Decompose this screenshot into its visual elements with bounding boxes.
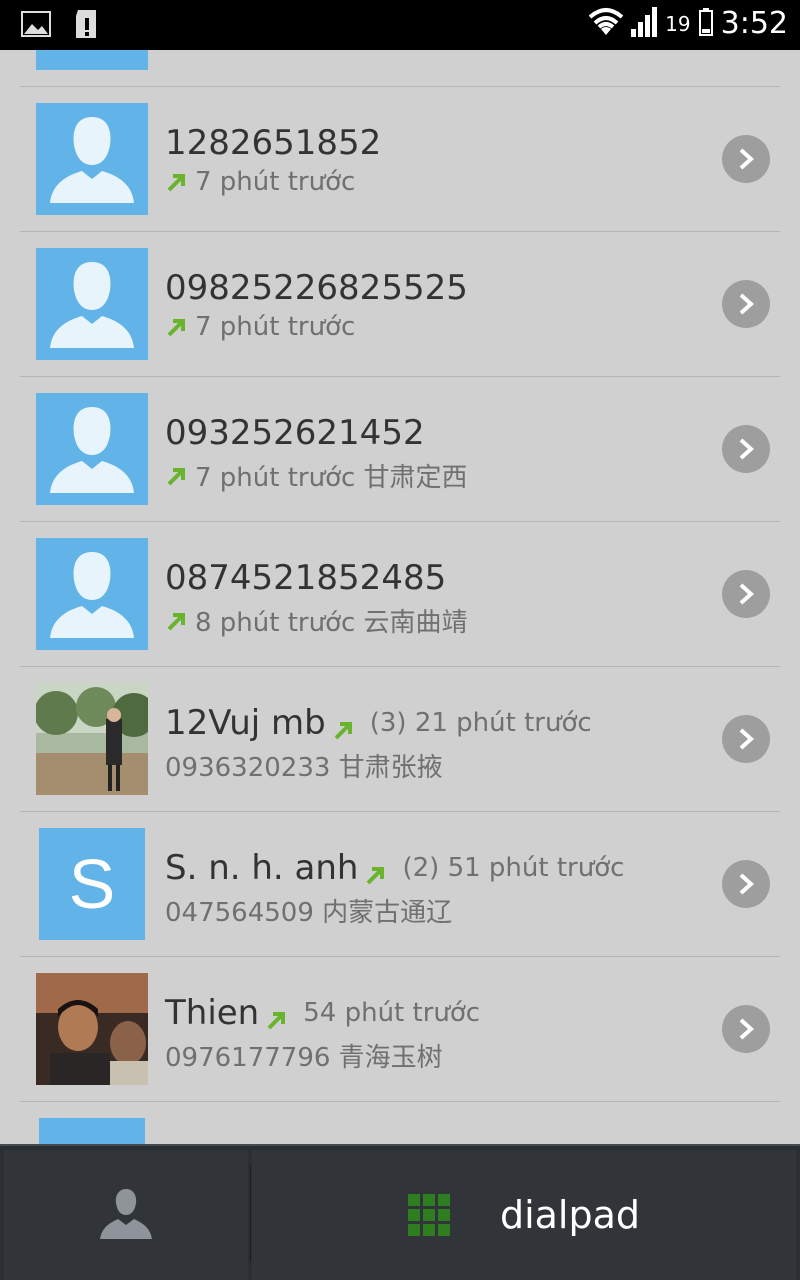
call-log-row[interactable]: 1282651852 7 phút trước bbox=[20, 87, 780, 232]
contact-photo bbox=[36, 683, 148, 795]
call-log-row[interactable]: S S. n. h. anh (2) 51 phút trước 0475645… bbox=[20, 812, 780, 957]
dialpad-button[interactable]: dialpad bbox=[252, 1150, 796, 1280]
call-details-chevron-icon[interactable] bbox=[722, 715, 770, 763]
bottom-bar-divider bbox=[250, 1166, 251, 1262]
outgoing-call-arrow-icon bbox=[364, 856, 388, 885]
clock: 3:52 bbox=[720, 6, 788, 41]
default-contact-avatar bbox=[36, 248, 148, 360]
call-log-row[interactable]: 093252621452 7 phút trước 甘肃定西 bbox=[20, 377, 780, 522]
letter-avatar: S bbox=[39, 828, 145, 940]
call-count-time: (2) 51 phút trước bbox=[402, 853, 625, 883]
outgoing-call-arrow-icon bbox=[165, 609, 189, 633]
battery-icon bbox=[698, 7, 713, 40]
outgoing-call-arrow-icon bbox=[265, 1001, 289, 1030]
outgoing-call-arrow-icon bbox=[165, 464, 189, 488]
dialpad-label: dialpad bbox=[499, 1193, 641, 1237]
caller-name: S. n. h. anh (2) 51 phút trước bbox=[165, 848, 625, 888]
person-icon bbox=[96, 1183, 156, 1247]
call-time: 54 phút trước bbox=[303, 998, 481, 1028]
contacts-button[interactable] bbox=[4, 1150, 248, 1280]
call-details-chevron-icon[interactable] bbox=[722, 1005, 770, 1053]
call-log-list[interactable]: 1282651852 7 phút trước 09825226825525 7… bbox=[0, 50, 800, 1144]
bottom-bar: dialpad bbox=[0, 1144, 800, 1280]
outgoing-call-arrow-icon bbox=[332, 711, 356, 740]
sd-card-alert-icon bbox=[74, 8, 100, 44]
signal-icon bbox=[631, 6, 658, 41]
call-log-row-partial[interactable] bbox=[20, 50, 780, 87]
call-details: 7 phút trước bbox=[165, 167, 355, 197]
call-details: 0936320233 甘肃张掖 bbox=[165, 753, 443, 783]
call-details: 0976177796 青海玉树 bbox=[165, 1043, 443, 1073]
call-count-time: (3) 21 phút trước bbox=[369, 708, 592, 738]
call-details: 7 phút trước 甘肃定西 bbox=[165, 457, 468, 494]
call-log-row[interactable]: 0874521852485 8 phút trước 云南曲靖 bbox=[20, 522, 780, 667]
caller-name: 093252621452 bbox=[165, 413, 425, 453]
outgoing-call-arrow-icon bbox=[165, 315, 189, 339]
call-details: 7 phút trước bbox=[165, 312, 355, 342]
call-details-chevron-icon[interactable] bbox=[722, 280, 770, 328]
contact-photo bbox=[36, 973, 148, 1085]
call-log-row[interactable]: Thien 54 phút trước 0976177796 青海玉树 bbox=[20, 957, 780, 1102]
battery-level: 19 bbox=[665, 11, 691, 36]
status-bar: 19 3:52 bbox=[0, 0, 800, 50]
default-contact-avatar bbox=[36, 538, 148, 650]
caller-name: 1282651852 bbox=[165, 123, 382, 163]
call-details: 047564509 内蒙古通辽 bbox=[165, 898, 453, 928]
default-contact-avatar bbox=[36, 103, 148, 215]
call-details: 8 phút trước 云南曲靖 bbox=[165, 602, 468, 639]
outgoing-call-arrow-icon bbox=[165, 170, 189, 194]
dialpad-grid-icon bbox=[407, 1194, 450, 1236]
call-details-chevron-icon[interactable] bbox=[722, 135, 770, 183]
wifi-icon bbox=[588, 7, 624, 41]
call-log-row[interactable]: 09825226825525 7 phút trước bbox=[20, 232, 780, 377]
default-contact-avatar bbox=[36, 393, 148, 505]
contact-avatar bbox=[39, 1118, 145, 1144]
call-details-chevron-icon[interactable] bbox=[722, 860, 770, 908]
caller-name: 0874521852485 bbox=[165, 558, 447, 598]
default-contact-avatar bbox=[36, 50, 148, 70]
caller-name: Thien 54 phút trước bbox=[165, 993, 481, 1033]
caller-name: 09825226825525 bbox=[165, 268, 468, 308]
caller-name: 12Vuj mb (3) 21 phút trước bbox=[165, 703, 592, 743]
call-details-chevron-icon[interactable] bbox=[722, 425, 770, 473]
call-log-row[interactable]: 12Vuj mb (3) 21 phút trước 0936320233 甘肃… bbox=[20, 667, 780, 812]
image-icon bbox=[20, 8, 52, 44]
call-details-chevron-icon[interactable] bbox=[722, 570, 770, 618]
call-log-row-partial[interactable] bbox=[20, 1102, 780, 1144]
